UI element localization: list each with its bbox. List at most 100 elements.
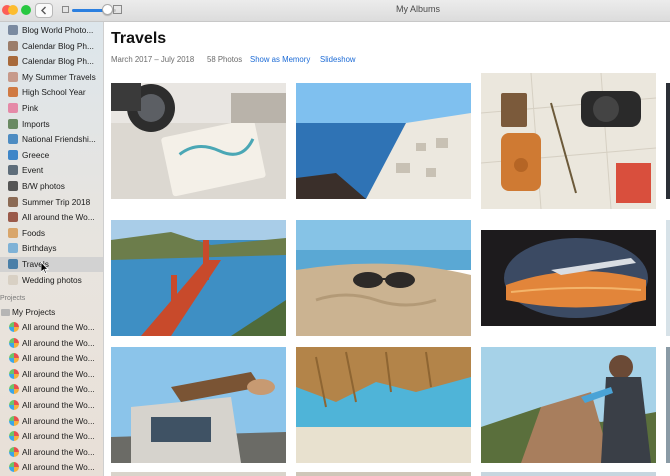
- sidebar-album-2[interactable]: Calendar Blog Ph...: [0, 54, 103, 69]
- sidebar-project-7[interactable]: All around the Wo...: [0, 429, 103, 444]
- sidebar-album-label: Foods: [22, 227, 46, 238]
- photo-map-backpack[interactable]: [481, 73, 656, 209]
- sidebar-project-4[interactable]: All around the Wo...: [0, 382, 103, 397]
- project-icon: [9, 446, 19, 457]
- photo-straw-umbrella[interactable]: [296, 347, 471, 463]
- album-date-range: March 2017 – July 2018: [111, 55, 195, 64]
- sidebar-album-label: My Summer Travels: [22, 71, 96, 82]
- sidebar-project-2[interactable]: All around the Wo...: [0, 351, 103, 366]
- sidebar-project-9[interactable]: All around the Wo...: [0, 460, 103, 475]
- album-thumbnail-icon: [8, 40, 18, 51]
- sidebar-album-7[interactable]: National Friendshi...: [0, 132, 103, 147]
- sidebar-project-label: All around the Wo...: [22, 337, 95, 348]
- album-thumbnail-icon: [8, 25, 18, 35]
- sidebar-album-0[interactable]: Blog World Photo...: [0, 23, 103, 38]
- sidebar-project-label: All around the Wo...: [22, 415, 95, 426]
- photo-partial-right-1[interactable]: [666, 83, 670, 199]
- project-icon: [9, 431, 19, 442]
- sidebar-project-6[interactable]: All around the Wo...: [0, 414, 103, 429]
- sidebar-project-label: All around the Wo...: [22, 400, 95, 410]
- window-title: My Albums: [395, 4, 440, 14]
- show-as-memory-link[interactable]: Show as Memory: [250, 55, 310, 64]
- sidebar: Blog World Photo... Calendar Blog Ph... Ca…: [0, 22, 104, 476]
- mouse-pointer-icon: [41, 262, 49, 274]
- album-thumbnail-icon: [8, 103, 18, 113]
- photo-hiker-rock[interactable]: [481, 347, 656, 463]
- sidebar-album-label: Event: [22, 165, 44, 176]
- sidebar-album-label: High School Year: [22, 87, 86, 98]
- sidebar-project-8[interactable]: All around the Wo...: [0, 445, 103, 460]
- sidebar-project-label: All around the Wo...: [22, 431, 95, 442]
- album-title: Travels: [111, 30, 167, 47]
- album-thumbnail-icon: [8, 274, 18, 285]
- album-thumbnail-icon: [8, 71, 18, 82]
- sidebar-album-5[interactable]: Pink: [0, 101, 103, 116]
- title-bar: My Albums: [0, 0, 670, 22]
- sidebar-album-12[interactable]: All around the Wo...: [0, 210, 103, 225]
- photo-partial-1[interactable]: [111, 472, 286, 476]
- project-icon: [9, 462, 19, 473]
- sidebar-album-3[interactable]: My Summer Travels: [0, 70, 103, 85]
- photo-golden-gate[interactable]: [111, 220, 286, 336]
- sidebar-project-label: All around the Wo...: [22, 462, 95, 473]
- project-icon: [9, 415, 19, 426]
- sidebar-album-label: Travels: [22, 259, 49, 269]
- album-thumbnail-icon: [8, 134, 18, 145]
- project-icon: [9, 368, 19, 379]
- album-meta: March 2017 – July 2018 58 Photos: [111, 55, 242, 64]
- sidebar-album-16[interactable]: Wedding photos: [0, 273, 103, 288]
- sidebar-album-8[interactable]: Greece: [0, 148, 103, 163]
- album-thumbnail-icon: [8, 181, 18, 191]
- sidebar-album-11[interactable]: Summer Trip 2018: [0, 195, 103, 210]
- sidebar-album-14[interactable]: Birthdays: [0, 241, 103, 256]
- my-projects-folder[interactable]: My Projects: [12, 307, 55, 317]
- photo-sunglasses-sand[interactable]: [296, 220, 471, 336]
- sidebar-album-label: B/W photos: [22, 181, 65, 191]
- photo-partial-3[interactable]: [481, 472, 656, 476]
- project-icon: [9, 322, 19, 332]
- sidebar-project-1[interactable]: All around the Wo...: [0, 336, 103, 351]
- album-thumbnail-icon: [8, 196, 18, 207]
- sidebar-album-4[interactable]: High School Year: [0, 85, 103, 100]
- project-icon: [9, 384, 19, 395]
- project-icon: [9, 353, 19, 364]
- sidebar-project-label: All around the Wo...: [22, 353, 95, 364]
- album-thumbnail-icon: [8, 243, 18, 254]
- sidebar-album-label: National Friendshi...: [22, 134, 96, 145]
- sidebar-album-label: Birthdays: [22, 243, 57, 254]
- album-view: Travels March 2017 – July 2018 58 Photos…: [104, 22, 670, 476]
- sidebar-project-5[interactable]: All around the Wo...: [0, 398, 103, 413]
- photo-camera-map[interactable]: [111, 83, 286, 199]
- project-icon: [9, 400, 19, 410]
- sidebar-album-1[interactable]: Calendar Blog Ph...: [0, 39, 103, 54]
- sidebar-album-label: Imports: [22, 118, 50, 129]
- sidebar-album-10[interactable]: B/W photos: [0, 179, 103, 194]
- photo-partial-2[interactable]: [296, 472, 471, 476]
- album-thumbnail-icon: [8, 56, 18, 67]
- sidebar-album-15[interactable]: Travels: [0, 257, 103, 272]
- sidebar-project-0[interactable]: All around the Wo...: [0, 320, 103, 335]
- sidebar-album-13[interactable]: Foods: [0, 226, 103, 241]
- sidebar-project-3[interactable]: All around the Wo...: [0, 367, 103, 382]
- album-photo-count: 58 Photos: [207, 55, 243, 64]
- photo-partial-right-2[interactable]: [666, 220, 670, 336]
- photo-santorini[interactable]: [296, 83, 471, 199]
- sidebar-album-label: Calendar Blog Ph...: [22, 40, 94, 51]
- photo-airplane-window[interactable]: [481, 230, 656, 326]
- slideshow-link[interactable]: Slideshow: [320, 55, 356, 64]
- album-thumbnail-icon: [8, 87, 18, 98]
- sidebar-album-6[interactable]: Imports: [0, 117, 103, 132]
- album-thumbnail-icon: [8, 118, 18, 129]
- sidebar-album-label: Calendar Blog Ph...: [22, 56, 94, 67]
- album-thumbnail-icon: [8, 212, 18, 223]
- photo-partial-right-3[interactable]: [666, 347, 670, 463]
- sidebar-album-label: Wedding photos: [22, 274, 82, 285]
- album-thumbnail-icon: [8, 227, 18, 238]
- photo-van-feet[interactable]: [111, 347, 286, 463]
- album-thumbnail-icon: [8, 259, 18, 269]
- sidebar-album-label: Greece: [22, 149, 50, 160]
- sidebar-album-9[interactable]: Event: [0, 163, 103, 178]
- sidebar-album-label: Blog World Photo...: [22, 25, 94, 35]
- projects-section-label: Projects: [0, 295, 26, 302]
- sidebar-project-label: All around the Wo...: [22, 446, 95, 457]
